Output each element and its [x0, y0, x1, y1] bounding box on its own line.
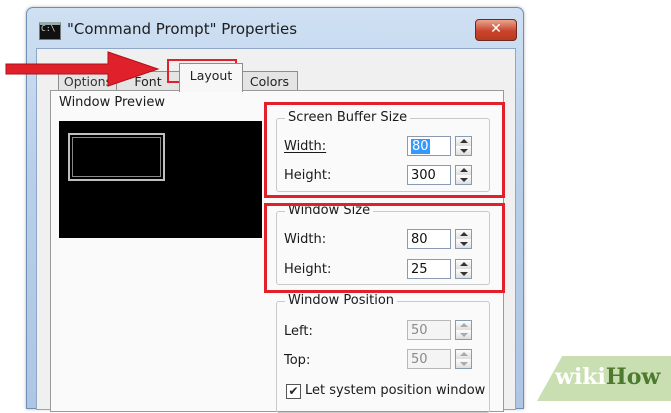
close-button[interactable]: ✕	[475, 19, 517, 41]
chevron-up-icon	[460, 323, 468, 327]
position-top-stepper[interactable]	[455, 349, 472, 369]
chevron-down-icon	[460, 362, 468, 366]
red-arrow-icon	[5, 51, 160, 87]
tab-layout[interactable]: Layout	[179, 63, 243, 92]
position-left-stepper[interactable]	[455, 320, 472, 340]
position-left-label: Left:	[284, 324, 313, 339]
highlight-window-size	[264, 203, 505, 293]
position-top-label: Top:	[284, 353, 311, 368]
let-system-position-checkbox[interactable]: ✔	[286, 384, 301, 399]
position-left-input[interactable]: 50	[407, 320, 451, 340]
wikihow-logo: wikiHow	[555, 364, 661, 390]
position-top-down[interactable]	[456, 359, 471, 368]
position-left-down[interactable]	[456, 330, 471, 339]
let-system-position-label: Let system position window	[305, 383, 486, 398]
chevron-down-icon	[460, 333, 468, 337]
preview-window-outline	[68, 133, 165, 181]
position-top-input[interactable]: 50	[407, 349, 451, 369]
window-preview	[59, 121, 262, 238]
chevron-up-icon	[460, 352, 468, 356]
highlight-screen-buffer	[264, 102, 505, 198]
window-title: "Command Prompt" Properties	[67, 20, 298, 38]
tab-colors[interactable]: Colors	[241, 71, 298, 92]
window-position-label: Window Position	[285, 293, 398, 308]
